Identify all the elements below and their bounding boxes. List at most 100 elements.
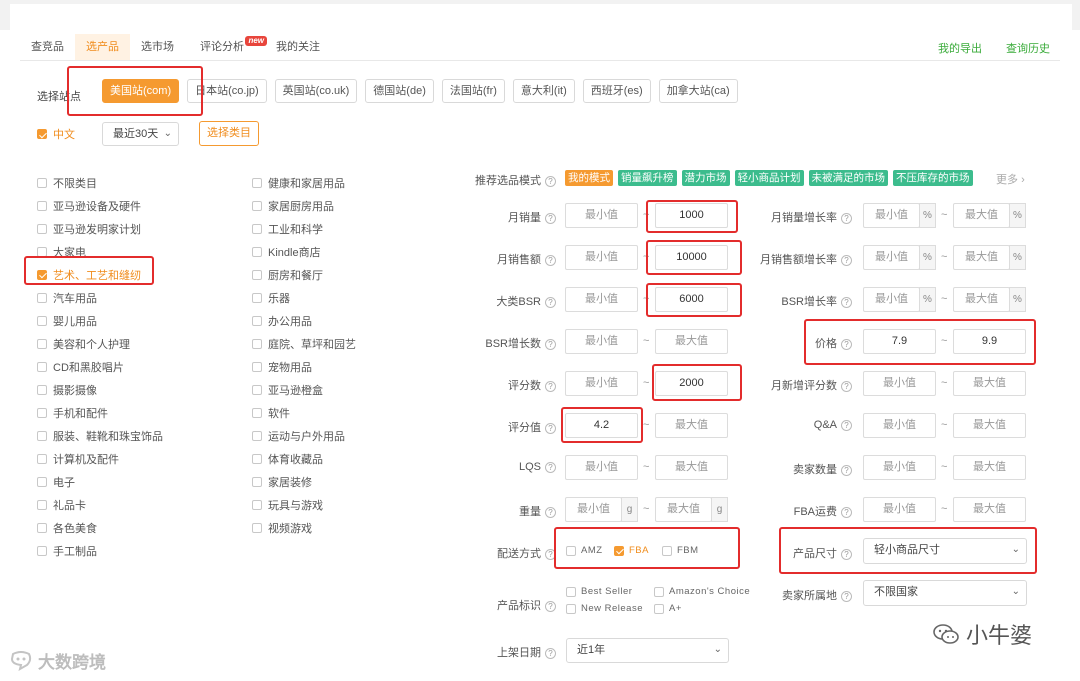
site-de[interactable]: 德国站(de) bbox=[365, 79, 434, 103]
help-icon[interactable]: ? bbox=[841, 338, 852, 350]
category-item[interactable]: 运动与户外用品 bbox=[252, 424, 356, 447]
size-select[interactable]: 轻小商品尺寸 ⌄ bbox=[863, 538, 1027, 564]
my-export-link[interactable]: 我的导出 bbox=[938, 40, 982, 56]
language-checkbox[interactable]: 中文 bbox=[37, 126, 75, 142]
listing-date-select[interactable]: 近1年 ⌄ bbox=[566, 638, 729, 663]
category-item[interactable]: 大家电 bbox=[37, 240, 163, 263]
category-item[interactable]: 汽车用品 bbox=[37, 286, 163, 309]
help-icon[interactable]: ? bbox=[545, 338, 556, 350]
category-item[interactable]: 办公用品 bbox=[252, 309, 356, 332]
monthly-revenue-max-input[interactable]: 10000 bbox=[655, 245, 728, 270]
tab-product[interactable]: 选产品 bbox=[75, 34, 130, 60]
category-item[interactable]: 视频游戏 bbox=[252, 516, 356, 539]
category-item[interactable]: 婴儿用品 bbox=[37, 309, 163, 332]
bsr-max-input[interactable]: 6000 bbox=[655, 287, 728, 312]
category-item[interactable]: 家居装修 bbox=[252, 470, 356, 493]
category-item[interactable]: 亚马逊橙盒 bbox=[252, 378, 356, 401]
category-item[interactable]: 各色美食 bbox=[37, 516, 163, 539]
help-icon[interactable]: ? bbox=[545, 600, 556, 612]
fba-fee-max-input[interactable]: 最大值 bbox=[953, 497, 1026, 522]
help-icon[interactable]: ? bbox=[841, 296, 852, 308]
help-icon[interactable]: ? bbox=[841, 590, 852, 602]
new-reviews-max-input[interactable]: 最大值 bbox=[953, 371, 1026, 396]
qa-max-input[interactable]: 最大值 bbox=[953, 413, 1026, 438]
revenue-growth-max-input[interactable]: 最大值 bbox=[953, 245, 1010, 270]
revenue-growth-min-input[interactable]: 最小值 bbox=[863, 245, 920, 270]
help-icon[interactable]: ? bbox=[841, 254, 852, 266]
bsr-growth-max-input[interactable]: 最大值 bbox=[655, 329, 728, 354]
weight-max-input[interactable]: 最大值 bbox=[655, 497, 712, 522]
help-icon[interactable]: ? bbox=[841, 419, 852, 431]
help-icon[interactable]: ? bbox=[545, 212, 556, 224]
tab-market[interactable]: 选市场 bbox=[130, 34, 185, 60]
category-item[interactable]: 服装、鞋靴和珠宝饰品 bbox=[37, 424, 163, 447]
category-item[interactable]: 亚马逊发明家计划 bbox=[37, 217, 163, 240]
category-item-arts-crafts[interactable]: 艺术、工艺和缝纫 bbox=[37, 263, 163, 286]
badge-amazons-choice-checkbox[interactable]: Amazon's Choice bbox=[654, 586, 750, 597]
review-count-min-input[interactable]: 最小值 bbox=[565, 371, 638, 396]
mode-potential-market[interactable]: 潜力市场 bbox=[681, 170, 730, 186]
mode-my[interactable]: 我的模式 bbox=[565, 170, 613, 186]
help-icon[interactable]: ? bbox=[841, 212, 852, 224]
tab-review-analysis[interactable]: 评论分析 new bbox=[189, 34, 267, 60]
sellers-min-input[interactable]: 最小值 bbox=[863, 455, 936, 480]
category-item[interactable]: 摄影摄像 bbox=[37, 378, 163, 401]
sales-growth-min-input[interactable]: 最小值 bbox=[863, 203, 920, 228]
sales-growth-max-input[interactable]: 最大值 bbox=[953, 203, 1010, 228]
mode-sales-surge[interactable]: 销量飙升榜 bbox=[618, 170, 677, 186]
category-item[interactable]: 亚马逊设备及硬件 bbox=[37, 194, 163, 217]
site-fr[interactable]: 法国站(fr) bbox=[441, 79, 505, 103]
rating-max-input[interactable]: 最大值 bbox=[655, 413, 728, 438]
category-item[interactable]: 工业和科学 bbox=[252, 217, 356, 240]
weight-min-input[interactable]: 最小值 bbox=[565, 497, 622, 522]
category-item[interactable]: 庭院、草坪和园艺 bbox=[252, 332, 356, 355]
bsr-rate-max-input[interactable]: 最大值 bbox=[953, 287, 1010, 312]
category-item[interactable]: 宠物用品 bbox=[252, 355, 356, 378]
lqs-min-input[interactable]: 最小值 bbox=[565, 455, 638, 480]
period-select[interactable]: 最近30天 ⌄ bbox=[102, 122, 179, 146]
bsr-growth-min-input[interactable]: 最小值 bbox=[565, 329, 638, 354]
help-icon[interactable]: ? bbox=[545, 254, 556, 266]
help-icon[interactable]: ? bbox=[841, 380, 852, 392]
tab-my-follow[interactable]: 我的关注 bbox=[265, 34, 331, 60]
monthly-sales-min-input[interactable]: 最小值 bbox=[565, 203, 638, 228]
help-icon[interactable]: ? bbox=[545, 506, 556, 518]
price-max-input[interactable]: 9.9 bbox=[953, 329, 1026, 354]
category-item[interactable]: 体育收藏品 bbox=[252, 447, 356, 470]
monthly-revenue-min-input[interactable]: 最小值 bbox=[565, 245, 638, 270]
tab-competitor[interactable]: 查竞品 bbox=[20, 34, 75, 60]
monthly-sales-max-input[interactable]: 1000 bbox=[655, 203, 728, 228]
category-item[interactable]: 礼品卡 bbox=[37, 493, 163, 516]
help-icon[interactable]: ? bbox=[841, 464, 852, 476]
shipping-amz-checkbox[interactable]: AMZ bbox=[566, 545, 603, 556]
bsr-min-input[interactable]: 最小值 bbox=[565, 287, 638, 312]
site-ca[interactable]: 加拿大站(ca) bbox=[658, 79, 738, 103]
seller-location-select[interactable]: 不限国家 ⌄ bbox=[863, 580, 1027, 606]
category-item[interactable]: 不限类目 bbox=[37, 171, 163, 194]
price-min-input[interactable]: 7.9 bbox=[863, 329, 936, 354]
qa-min-input[interactable]: 最小值 bbox=[863, 413, 936, 438]
rating-min-input[interactable]: 4.2 bbox=[565, 413, 638, 438]
bsr-rate-min-input[interactable]: 最小值 bbox=[863, 287, 920, 312]
category-item[interactable]: 计算机及配件 bbox=[37, 447, 163, 470]
help-icon[interactable]: ? bbox=[545, 461, 556, 473]
review-count-max-input[interactable]: 2000 bbox=[655, 371, 728, 396]
category-item[interactable]: 电子 bbox=[37, 470, 163, 493]
more-link[interactable]: 更多 › bbox=[996, 171, 1025, 187]
help-icon[interactable]: ? bbox=[545, 647, 556, 659]
site-es[interactable]: 西班牙(es) bbox=[582, 79, 651, 103]
category-item[interactable]: 家居厨房用品 bbox=[252, 194, 356, 217]
category-item[interactable]: 厨房和餐厅 bbox=[252, 263, 356, 286]
help-icon[interactable]: ? bbox=[545, 380, 556, 392]
category-item[interactable]: 软件 bbox=[252, 401, 356, 424]
category-item[interactable]: 手机和配件 bbox=[37, 401, 163, 424]
mode-small-light[interactable]: 轻小商品计划 bbox=[734, 170, 804, 186]
new-reviews-min-input[interactable]: 最小值 bbox=[863, 371, 936, 396]
badge-new-release-checkbox[interactable]: New Release bbox=[566, 603, 643, 614]
category-item[interactable]: CD和黑胶唱片 bbox=[37, 355, 163, 378]
site-it[interactable]: 意大利(it) bbox=[512, 79, 575, 103]
category-item[interactable]: 美容和个人护理 bbox=[37, 332, 163, 355]
category-item[interactable]: 手工制品 bbox=[37, 539, 163, 562]
query-history-link[interactable]: 查询历史 bbox=[1006, 40, 1050, 56]
shipping-fbm-checkbox[interactable]: FBM bbox=[662, 545, 699, 556]
